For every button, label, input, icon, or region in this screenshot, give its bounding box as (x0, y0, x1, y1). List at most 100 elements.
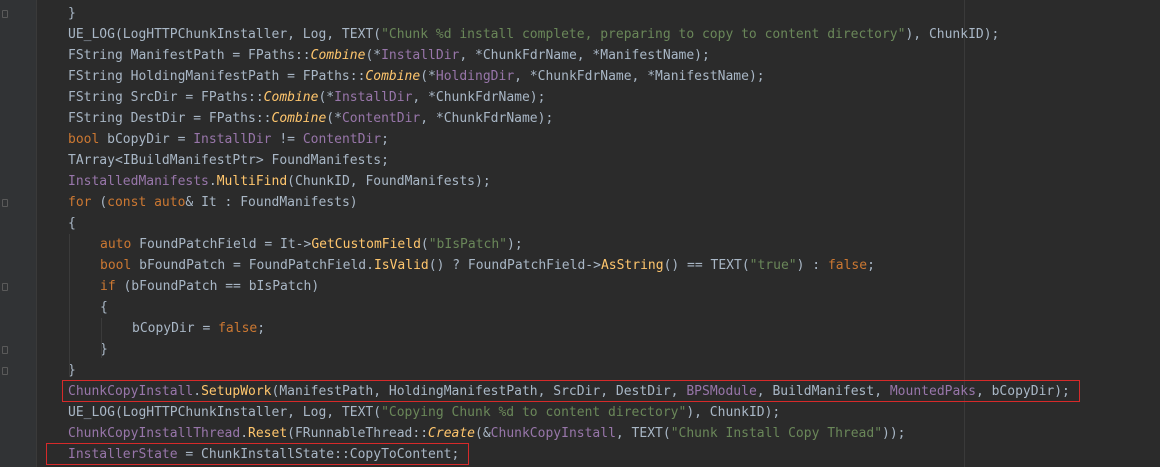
code-token: for (68, 195, 100, 210)
code-text: UE_LOG(LogHTTPChunkInstaller, Log, TEXT(… (68, 24, 999, 45)
code-token: ), ChunkID); (905, 27, 1000, 42)
code-text: FString DestDir = FPaths::Combine(*Conte… (68, 108, 553, 129)
code-token: ; (257, 321, 266, 336)
code-token: )); (882, 426, 906, 441)
code-text: { (100, 297, 108, 318)
code-token: . (193, 384, 202, 399)
code-token: "true" (749, 258, 797, 273)
code-token: InstallDir (381, 48, 460, 63)
code-token: ; (867, 258, 875, 273)
code-token: , *ChunkFdrName, *ManifestName); (514, 69, 765, 84)
indent-guide (101, 318, 102, 358)
code-token: != (271, 132, 303, 147)
code-token: AsString (600, 258, 664, 273)
code-token: "Copying Chunk %d to content directory" (381, 405, 687, 420)
code-text: if (bFoundPatch == bIsPatch) (100, 276, 319, 297)
code-token: Combine (263, 90, 319, 105)
code-token: const auto (107, 195, 186, 210)
code-token: bool (100, 258, 140, 273)
code-token: TArray<IBuildManifestPtr> FoundManifests… (68, 153, 389, 168)
code-token: FoundPatchField = It-> (139, 237, 312, 252)
code-token: () == TEXT( (663, 258, 750, 273)
code-token: (FRunnableThread:: (287, 426, 429, 441)
code-token: { (68, 216, 76, 231)
code-token: FString DestDir = FPaths:: (68, 111, 272, 126)
code-token: } (68, 6, 76, 21)
code-text: FString ManifestPath = FPaths::Combine(*… (68, 45, 710, 66)
code-token: = ChunkInstallState::CopyToContent; (177, 447, 460, 462)
code-token: InstallDir (334, 90, 413, 105)
code-token: ContentDir (341, 111, 421, 126)
code-text: for (const auto& It : FoundManifests) (68, 192, 358, 213)
code-text: ChunkCopyInstallThread.Reset(FRunnableTh… (68, 423, 906, 444)
code-token: (* (420, 69, 436, 84)
code-token: MountedPaks (889, 384, 976, 399)
code-token: GetCustomField (311, 237, 421, 252)
code-text: } (68, 3, 76, 24)
fold-marker-icon[interactable] (2, 367, 8, 375)
code-token: , TEXT( (615, 426, 671, 441)
code-token: FString ManifestPath = FPaths:: (68, 48, 311, 63)
code-token: BPSModule (686, 384, 757, 399)
code-token: false (218, 321, 258, 336)
code-token: , *ChunkFdrName); (412, 90, 546, 105)
code-token: ); (507, 237, 523, 252)
code-editor[interactable]: } UE_LOG(LogHTTPChunkInstaller, Log, TEXT… (0, 0, 1160, 467)
code-token: bFoundPatch = FoundPatchField. (139, 258, 374, 273)
code-token: FString HoldingManifestPath = FPaths:: (68, 69, 366, 84)
code-token: (* (326, 111, 342, 126)
fold-marker-icon[interactable] (2, 10, 8, 18)
code-text: UE_LOG(LogHTTPChunkInstaller, Log, TEXT(… (68, 402, 780, 423)
code-token: { (100, 300, 108, 315)
code-token: (ManifestPath, HoldingManifestPath, SrcD… (271, 384, 687, 399)
code-text: ChunkCopyInstall.SetupWork(ManifestPath,… (68, 381, 1070, 402)
code-token: . (208, 174, 217, 189)
code-token: , bCopyDir); (975, 384, 1070, 399)
code-token: Combine (365, 69, 421, 84)
code-token: Combine (271, 111, 327, 126)
code-token: ( (99, 195, 108, 210)
editor-gutter[interactable] (0, 0, 36, 467)
code-text: FString SrcDir = FPaths::Combine(*Instal… (68, 87, 545, 108)
code-token: "Chunk Install Copy Thread" (670, 426, 883, 441)
fold-marker-icon[interactable] (2, 346, 8, 354)
code-token: InstallerState (68, 447, 178, 462)
code-text: FString HoldingManifestPath = FPaths::Co… (68, 66, 765, 87)
code-token: & It : FoundManifests) (185, 195, 358, 210)
code-token: IsValid (373, 258, 429, 273)
code-token: ) : (796, 258, 828, 273)
code-token: ChunkCopyInstall (490, 426, 616, 441)
code-text: TArray<IBuildManifestPtr> FoundManifests… (68, 150, 389, 171)
code-token: if (100, 279, 124, 294)
code-token: (* (365, 48, 382, 63)
code-token: . (240, 426, 249, 441)
code-token: bCopyDir = (132, 321, 219, 336)
code-token: , *ChunkFdrName, *ManifestName); (459, 48, 710, 63)
code-token: (bFoundPatch == bIsPatch) (123, 279, 320, 294)
code-token: InstalledManifests (68, 174, 209, 189)
code-text: InstalledManifests.MultiFind(ChunkID, Fo… (68, 171, 491, 192)
code-token: false (827, 258, 868, 273)
fold-marker-icon[interactable] (2, 283, 8, 291)
code-token: "Chunk %d install complete, preparing to… (381, 27, 906, 42)
code-token: "bIsPatch" (428, 237, 508, 252)
code-text: auto FoundPatchField = It->GetCustomFiel… (100, 234, 523, 255)
indent-guide (69, 234, 70, 377)
fold-marker-icon[interactable] (2, 199, 8, 207)
code-token: ( (420, 237, 429, 252)
code-token: FString SrcDir = FPaths:: (68, 90, 264, 105)
code-token: MultiFind (216, 174, 288, 189)
code-token: bCopyDir = (107, 132, 194, 147)
code-text: bool bFoundPatch = FoundPatchField.IsVal… (100, 255, 875, 276)
code-token: auto (100, 237, 140, 252)
code-token: Combine (310, 48, 366, 63)
code-text: { (68, 213, 76, 234)
code-token: () ? FoundPatchField-> (428, 258, 601, 273)
code-text: bCopyDir = false; (132, 318, 265, 339)
code-token: ChunkCopyInstall (68, 384, 194, 399)
code-token: HoldingDir (435, 69, 515, 84)
gutter-divider (36, 0, 37, 467)
code-text: InstallerState = ChunkInstallState::Copy… (68, 444, 459, 465)
code-token: ContentDir (302, 132, 382, 147)
code-token: bool (68, 132, 108, 147)
